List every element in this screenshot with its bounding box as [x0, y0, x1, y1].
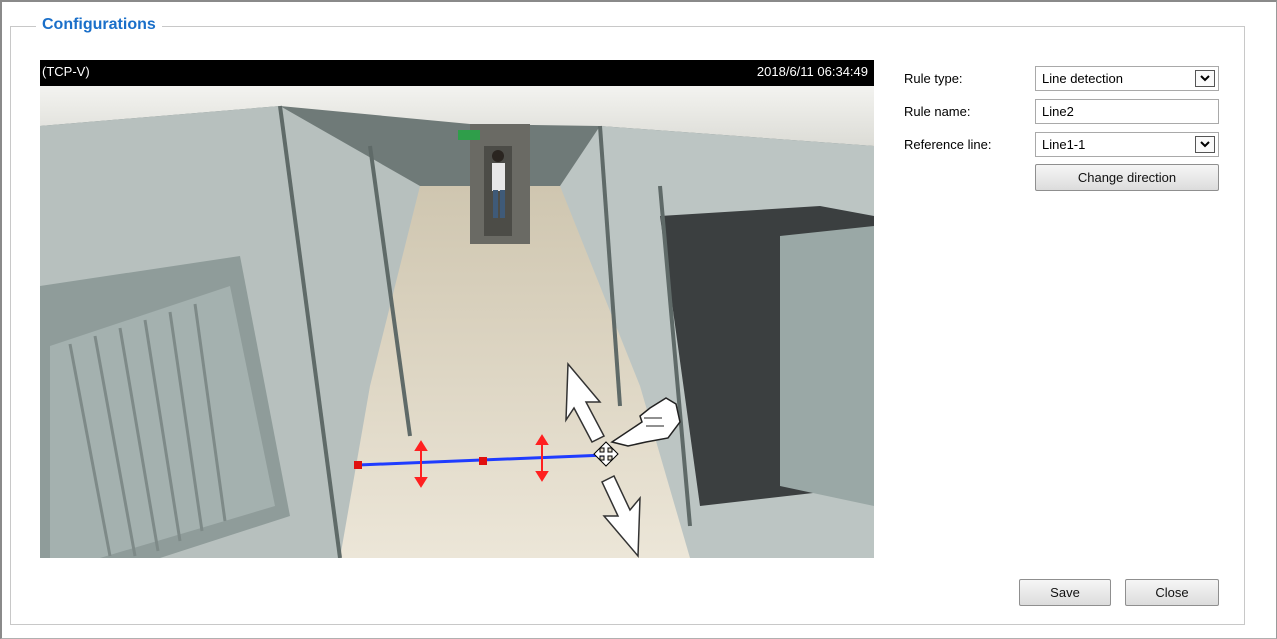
change-direction-button[interactable]: Change direction — [1035, 164, 1219, 191]
rule-type-select[interactable]: Line detection — [1035, 66, 1219, 91]
rule-name-label: Rule name: — [904, 104, 971, 119]
reference-line-label: Reference line: — [904, 137, 992, 152]
video-source-label: (TCP-V) — [42, 64, 90, 79]
video-header: (TCP-V) 2018/6/11 06:34:49 — [40, 60, 874, 86]
detection-line-overlay[interactable] — [40, 86, 874, 558]
line-midpoint-handle[interactable] — [479, 457, 487, 465]
arrow-up-icon — [565, 362, 606, 443]
configurations-legend: Configurations — [36, 16, 162, 34]
chevron-down-icon[interactable] — [1195, 136, 1215, 153]
line-endpoint-handle[interactable] — [354, 461, 362, 469]
camera-feed[interactable] — [40, 86, 874, 558]
arrow-down-icon — [601, 474, 641, 558]
reference-line-value: Line1-1 — [1042, 137, 1086, 152]
rule-name-input[interactable]: Line2 — [1035, 99, 1219, 124]
rule-type-label: Rule type: — [904, 71, 963, 86]
save-button[interactable]: Save — [1019, 579, 1111, 606]
video-viewer: (TCP-V) 2018/6/11 06:34:49 — [40, 60, 874, 558]
rule-name-value: Line2 — [1042, 104, 1074, 119]
hand-cursor-icon — [610, 397, 681, 447]
rule-type-value: Line detection — [1042, 71, 1123, 86]
chevron-down-icon[interactable] — [1195, 70, 1215, 87]
close-button[interactable]: Close — [1125, 579, 1219, 606]
move-cursor-icon — [593, 441, 619, 467]
video-timestamp: 2018/6/11 06:34:49 — [756, 64, 868, 79]
reference-line-select[interactable]: Line1-1 — [1035, 132, 1219, 157]
